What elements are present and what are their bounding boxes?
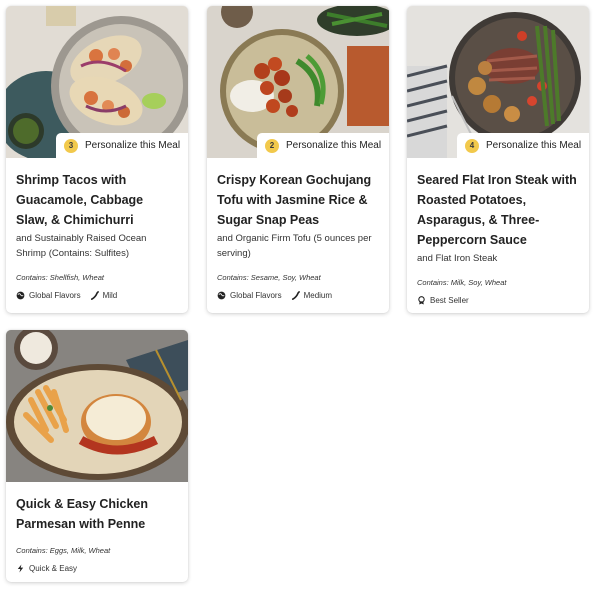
allergen-info: Contains: Sesame, Soy, Wheat (217, 273, 321, 282)
allergen-info: Contains: Eggs, Milk, Wheat (16, 546, 111, 555)
personalize-meal-button[interactable]: 4 Personalize this Meal (457, 133, 589, 158)
meal-image-flat-iron-steak[interactable]: 4 Personalize this Meal (407, 6, 589, 158)
meal-card-chicken-parmesan[interactable]: Quick & Easy Chicken Parmesan with Penne… (6, 330, 188, 582)
meal-card-flat-iron-steak[interactable]: 4 Personalize this Meal Seared Flat Iron… (407, 6, 589, 313)
tag-best-seller: Best Seller (417, 296, 469, 305)
chili-pepper-icon (291, 291, 300, 300)
chili-pepper-icon (90, 291, 99, 300)
personalize-label: Personalize this Meal (85, 140, 181, 151)
tag-spice-level: Mild (90, 291, 118, 300)
meal-title[interactable]: Crispy Korean Gochujang Tofu with Jasmin… (217, 170, 379, 230)
tag-global-flavors: Global Flavors (16, 291, 81, 300)
meal-title[interactable]: Shrimp Tacos with Guacamole, Cabbage Sla… (16, 170, 178, 230)
globe-icon (217, 291, 226, 300)
tag-label: Best Seller (430, 296, 469, 305)
meal-card-gochujang-tofu[interactable]: 2 Personalize this Meal Crispy Korean Go… (207, 6, 389, 313)
tag-label: Global Flavors (230, 291, 282, 300)
personalize-label: Personalize this Meal (486, 140, 582, 151)
quantity-badge: 4 (465, 138, 479, 153)
personalize-meal-button[interactable]: 2 Personalize this Meal (257, 133, 389, 158)
meal-image-chicken-parmesan[interactable] (6, 330, 188, 482)
meal-image-gochujang-tofu[interactable]: 2 Personalize this Meal (207, 6, 389, 158)
meal-title[interactable]: Seared Flat Iron Steak with Roasted Pota… (417, 170, 579, 250)
quantity-badge: 3 (64, 138, 78, 153)
meal-subtitle: and Organic Firm Tofu (5 ounces per serv… (217, 233, 372, 259)
tag-label: Medium (303, 291, 333, 300)
lightning-icon (17, 564, 24, 573)
personalize-meal-button[interactable]: 3 Personalize this Meal (56, 133, 188, 158)
tag-quick-easy: Quick & Easy (16, 564, 77, 573)
tag-spice-level: Medium (291, 291, 332, 300)
quantity-badge: 2 (265, 138, 279, 153)
allergen-info: Contains: Shellfish, Wheat (16, 273, 104, 282)
personalize-label: Personalize this Meal (286, 140, 382, 151)
tag-label: Mild (102, 291, 118, 300)
globe-icon (16, 291, 25, 300)
meal-tags: Quick & Easy (16, 564, 178, 573)
meal-tags: Best Seller (417, 296, 579, 305)
meal-title[interactable]: Quick & Easy Chicken Parmesan with Penne (16, 494, 178, 534)
meal-subtitle: and Sustainably Raised Ocean Shrimp (Con… (16, 233, 147, 259)
tag-label: Global Flavors (29, 291, 81, 300)
ribbon-icon (418, 296, 425, 305)
allergen-info: Contains: Milk, Soy, Wheat (417, 278, 507, 287)
meal-tags: Global Flavors Mild (16, 291, 178, 300)
tag-label: Quick & Easy (29, 564, 78, 573)
meal-subtitle: and Flat Iron Steak (417, 253, 498, 264)
tag-global-flavors: Global Flavors (217, 291, 282, 300)
meal-tags: Global Flavors Medium (217, 291, 379, 300)
meal-image-shrimp-tacos[interactable]: 3 Personalize this Meal (6, 6, 188, 158)
meal-card-shrimp-tacos[interactable]: 3 Personalize this Meal Shrimp Tacos wit… (6, 6, 188, 313)
